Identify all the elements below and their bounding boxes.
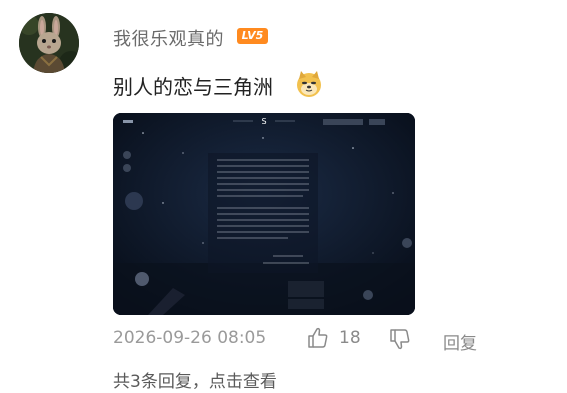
reply-button[interactable]: 回复 — [443, 329, 477, 354]
avatar[interactable] — [19, 13, 79, 73]
game-screenshot-icon: S — [113, 113, 415, 315]
rabbit-avatar-icon — [19, 13, 79, 73]
level-badge: LV5 — [237, 28, 268, 44]
comment-text: 别人的恋与三角洲 — [113, 75, 273, 99]
comment-timestamp: 2026-09-26 08:05 — [113, 328, 267, 348]
thumbs-down-icon[interactable] — [388, 327, 412, 351]
like-count: 18 — [339, 328, 361, 348]
doge-emoji-icon — [297, 71, 321, 97]
view-replies-link[interactable]: 共3条回复，点击查看 — [113, 367, 277, 392]
username[interactable]: 我很乐观真的 — [113, 25, 224, 51]
compass-label: S — [261, 117, 266, 126]
comment-image[interactable]: S — [113, 113, 415, 315]
thumbs-up-icon[interactable] — [306, 326, 330, 350]
